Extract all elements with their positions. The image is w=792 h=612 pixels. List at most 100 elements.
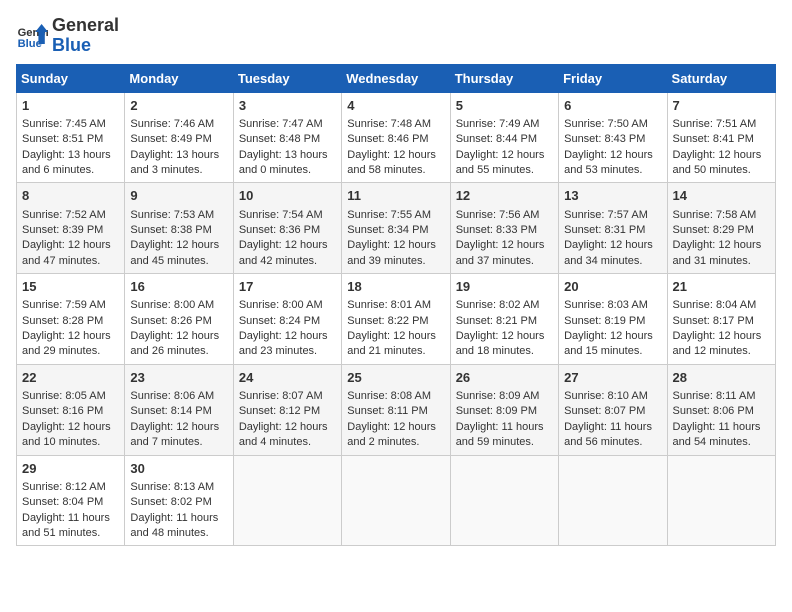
header-day-sunday: Sunday [17, 64, 125, 92]
day-number: 10 [239, 187, 336, 205]
daylight-text: Daylight: 12 hours and 31 minutes. [673, 239, 762, 266]
header-day-wednesday: Wednesday [342, 64, 450, 92]
sunset-text: Sunset: 8:17 PM [673, 315, 754, 327]
calendar-cell: 13 Sunrise: 7:57 AM Sunset: 8:31 PM Dayl… [559, 183, 667, 274]
week-row-1: 1 Sunrise: 7:45 AM Sunset: 8:51 PM Dayli… [17, 92, 776, 183]
calendar-cell: 2 Sunrise: 7:46 AM Sunset: 8:49 PM Dayli… [125, 92, 233, 183]
day-number: 15 [22, 278, 119, 296]
day-number: 27 [564, 369, 661, 387]
daylight-text: Daylight: 12 hours and 21 minutes. [347, 330, 436, 357]
day-number: 21 [673, 278, 770, 296]
sunrise-text: Sunrise: 8:11 AM [673, 390, 756, 402]
daylight-text: Daylight: 12 hours and 55 minutes. [456, 149, 545, 176]
sunrise-text: Sunrise: 8:00 AM [130, 299, 214, 311]
calendar-cell: 10 Sunrise: 7:54 AM Sunset: 8:36 PM Dayl… [233, 183, 341, 274]
sunset-text: Sunset: 8:51 PM [22, 133, 103, 145]
calendar-cell: 5 Sunrise: 7:49 AM Sunset: 8:44 PM Dayli… [450, 92, 558, 183]
day-number: 17 [239, 278, 336, 296]
sunset-text: Sunset: 8:29 PM [673, 224, 754, 236]
sunrise-text: Sunrise: 8:13 AM [130, 481, 214, 493]
calendar-cell: 1 Sunrise: 7:45 AM Sunset: 8:51 PM Dayli… [17, 92, 125, 183]
sunset-text: Sunset: 8:33 PM [456, 224, 537, 236]
week-row-2: 8 Sunrise: 7:52 AM Sunset: 8:39 PM Dayli… [17, 183, 776, 274]
daylight-text: Daylight: 12 hours and 42 minutes. [239, 239, 328, 266]
day-number: 4 [347, 97, 444, 115]
sunrise-text: Sunrise: 7:46 AM [130, 118, 214, 130]
header-day-monday: Monday [125, 64, 233, 92]
sunset-text: Sunset: 8:43 PM [564, 133, 645, 145]
sunset-text: Sunset: 8:34 PM [347, 224, 428, 236]
sunset-text: Sunset: 8:48 PM [239, 133, 320, 145]
sunrise-text: Sunrise: 7:48 AM [347, 118, 431, 130]
calendar-cell [450, 455, 558, 546]
svg-text:Blue: Blue [18, 38, 42, 50]
daylight-text: Daylight: 12 hours and 34 minutes. [564, 239, 653, 266]
calendar-cell: 21 Sunrise: 8:04 AM Sunset: 8:17 PM Dayl… [667, 274, 775, 365]
sunset-text: Sunset: 8:14 PM [130, 405, 211, 417]
sunset-text: Sunset: 8:04 PM [22, 496, 103, 508]
week-row-5: 29 Sunrise: 8:12 AM Sunset: 8:04 PM Dayl… [17, 455, 776, 546]
daylight-text: Daylight: 12 hours and 18 minutes. [456, 330, 545, 357]
daylight-text: Daylight: 11 hours and 54 minutes. [673, 421, 761, 448]
daylight-text: Daylight: 13 hours and 6 minutes. [22, 149, 111, 176]
week-row-4: 22 Sunrise: 8:05 AM Sunset: 8:16 PM Dayl… [17, 364, 776, 455]
daylight-text: Daylight: 13 hours and 0 minutes. [239, 149, 328, 176]
sunrise-text: Sunrise: 7:50 AM [564, 118, 648, 130]
calendar-cell: 24 Sunrise: 8:07 AM Sunset: 8:12 PM Dayl… [233, 364, 341, 455]
sunset-text: Sunset: 8:09 PM [456, 405, 537, 417]
calendar-cell: 7 Sunrise: 7:51 AM Sunset: 8:41 PM Dayli… [667, 92, 775, 183]
daylight-text: Daylight: 11 hours and 56 minutes. [564, 421, 652, 448]
sunrise-text: Sunrise: 7:53 AM [130, 209, 214, 221]
day-number: 25 [347, 369, 444, 387]
sunrise-text: Sunrise: 7:52 AM [22, 209, 106, 221]
daylight-text: Daylight: 12 hours and 23 minutes. [239, 330, 328, 357]
sunrise-text: Sunrise: 8:09 AM [456, 390, 540, 402]
sunrise-text: Sunrise: 7:54 AM [239, 209, 323, 221]
day-number: 9 [130, 187, 227, 205]
sunrise-text: Sunrise: 8:06 AM [130, 390, 214, 402]
day-number: 6 [564, 97, 661, 115]
sunrise-text: Sunrise: 7:47 AM [239, 118, 323, 130]
day-number: 29 [22, 460, 119, 478]
sunset-text: Sunset: 8:22 PM [347, 315, 428, 327]
calendar-cell: 28 Sunrise: 8:11 AM Sunset: 8:06 PM Dayl… [667, 364, 775, 455]
daylight-text: Daylight: 12 hours and 26 minutes. [130, 330, 219, 357]
sunrise-text: Sunrise: 7:51 AM [673, 118, 757, 130]
day-number: 11 [347, 187, 444, 205]
sunset-text: Sunset: 8:41 PM [673, 133, 754, 145]
sunset-text: Sunset: 8:44 PM [456, 133, 537, 145]
calendar-cell: 11 Sunrise: 7:55 AM Sunset: 8:34 PM Dayl… [342, 183, 450, 274]
sunrise-text: Sunrise: 7:59 AM [22, 299, 106, 311]
day-number: 14 [673, 187, 770, 205]
calendar-cell [667, 455, 775, 546]
calendar-cell: 12 Sunrise: 7:56 AM Sunset: 8:33 PM Dayl… [450, 183, 558, 274]
calendar-cell: 6 Sunrise: 7:50 AM Sunset: 8:43 PM Dayli… [559, 92, 667, 183]
sunset-text: Sunset: 8:26 PM [130, 315, 211, 327]
calendar-cell [233, 455, 341, 546]
calendar-cell: 8 Sunrise: 7:52 AM Sunset: 8:39 PM Dayli… [17, 183, 125, 274]
sunset-text: Sunset: 8:11 PM [347, 405, 428, 417]
calendar-cell: 22 Sunrise: 8:05 AM Sunset: 8:16 PM Dayl… [17, 364, 125, 455]
day-number: 3 [239, 97, 336, 115]
daylight-text: Daylight: 12 hours and 53 minutes. [564, 149, 653, 176]
calendar-cell: 15 Sunrise: 7:59 AM Sunset: 8:28 PM Dayl… [17, 274, 125, 365]
calendar-cell: 23 Sunrise: 8:06 AM Sunset: 8:14 PM Dayl… [125, 364, 233, 455]
header-day-tuesday: Tuesday [233, 64, 341, 92]
day-number: 22 [22, 369, 119, 387]
daylight-text: Daylight: 12 hours and 2 minutes. [347, 421, 436, 448]
day-number: 7 [673, 97, 770, 115]
calendar-cell: 17 Sunrise: 8:00 AM Sunset: 8:24 PM Dayl… [233, 274, 341, 365]
sunset-text: Sunset: 8:24 PM [239, 315, 320, 327]
calendar-cell: 4 Sunrise: 7:48 AM Sunset: 8:46 PM Dayli… [342, 92, 450, 183]
sunrise-text: Sunrise: 7:57 AM [564, 209, 648, 221]
daylight-text: Daylight: 12 hours and 47 minutes. [22, 239, 111, 266]
week-row-3: 15 Sunrise: 7:59 AM Sunset: 8:28 PM Dayl… [17, 274, 776, 365]
calendar-header-row: SundayMondayTuesdayWednesdayThursdayFrid… [17, 64, 776, 92]
daylight-text: Daylight: 12 hours and 39 minutes. [347, 239, 436, 266]
sunrise-text: Sunrise: 8:12 AM [22, 481, 106, 493]
daylight-text: Daylight: 12 hours and 12 minutes. [673, 330, 762, 357]
day-number: 26 [456, 369, 553, 387]
daylight-text: Daylight: 12 hours and 58 minutes. [347, 149, 436, 176]
sunrise-text: Sunrise: 8:08 AM [347, 390, 431, 402]
day-number: 19 [456, 278, 553, 296]
